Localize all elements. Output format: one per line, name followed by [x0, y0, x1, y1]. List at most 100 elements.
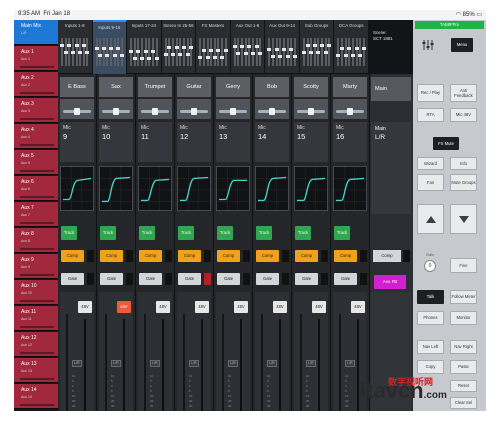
tab-bank-4[interactable]: FX Masters — [196, 20, 231, 74]
tab-bank-2[interactable]: Inputs 17-24 — [127, 20, 162, 74]
sidebar-mix-7[interactable]: Aux 7 Aux 7 — [14, 202, 58, 227]
phones-button[interactable]: Phones — [417, 311, 444, 325]
sidebar-mix-11[interactable]: Aux 11 Aux 11 — [14, 306, 58, 331]
track-button[interactable]: Track — [61, 226, 77, 240]
main-strip-name[interactable]: Main — [371, 77, 411, 101]
pan-knob[interactable] — [191, 108, 197, 115]
gate-button[interactable]: Gate — [217, 273, 240, 285]
fx-mute-button[interactable]: FX Mute — [433, 137, 459, 150]
fader-handle[interactable]: L/R — [72, 360, 82, 367]
channel-source[interactable]: Mic 15 — [294, 122, 328, 162]
tab-bank-7[interactable]: Sub Groups — [300, 20, 335, 74]
gate-button[interactable]: Gate — [256, 273, 279, 285]
pan-control[interactable] — [60, 99, 94, 119]
comp-button[interactable]: Comp — [61, 250, 84, 262]
pan-control[interactable] — [294, 99, 328, 119]
channel-name[interactable]: E Bass — [60, 77, 94, 97]
follow-meter-button[interactable]: Follow Meter — [450, 290, 477, 304]
sidebar-mix-13[interactable]: Aux 13 Aux 13 — [14, 358, 58, 383]
channel-name[interactable]: Sax — [99, 77, 133, 97]
track-button[interactable]: Track — [334, 226, 350, 240]
channel-name[interactable]: Bob — [255, 77, 289, 97]
nav-right-button[interactable]: Nav Right — [450, 340, 477, 354]
phantom-48v-button[interactable]: 48V — [195, 301, 209, 313]
wizard-button[interactable]: Wizard — [417, 157, 444, 170]
eq-graph[interactable] — [333, 166, 367, 211]
nav-down-button[interactable] — [450, 204, 477, 234]
channel-source[interactable]: Mic 12 — [177, 122, 211, 162]
phantom-48v-button[interactable]: 48V — [312, 301, 326, 313]
info-button[interactable]: Info — [450, 157, 477, 170]
eq-graph[interactable] — [216, 166, 250, 211]
phantom-48v-button[interactable]: 48V — [234, 301, 248, 313]
tab-bank-1[interactable]: Inputs 9-16 — [92, 20, 128, 74]
pan-knob[interactable] — [308, 108, 314, 115]
channel-name[interactable]: Trumpet — [138, 77, 172, 97]
nav-left-button[interactable]: Nav Left — [417, 340, 444, 354]
channel-name[interactable]: Guitar — [177, 77, 211, 97]
comp-button[interactable]: Comp — [178, 250, 201, 262]
pan-control[interactable] — [216, 99, 250, 119]
channel-source[interactable]: Mic 11 — [138, 122, 172, 162]
sidebar-mix-9[interactable]: Aux 9 Aux 9 — [14, 254, 58, 279]
pan-control[interactable] — [138, 99, 172, 119]
sidebar-mix-5[interactable]: Aux 5 Aux 5 — [14, 150, 58, 175]
clear-sel-button[interactable]: Clear Sel — [450, 397, 477, 409]
fader-handle[interactable]: L/R — [150, 360, 160, 367]
channel-source[interactable]: Mic 13 — [216, 122, 250, 162]
fader-handle[interactable]: L/R — [306, 360, 316, 367]
track-button[interactable]: Track — [295, 226, 311, 240]
pan-control[interactable] — [333, 99, 367, 119]
sidebar-mix-10[interactable]: Aux 10 Aux 10 — [14, 280, 58, 305]
copy-button[interactable]: Copy — [417, 360, 444, 374]
phantom-48v-button[interactable]: 48V — [78, 301, 92, 313]
track-button[interactable]: Track — [139, 226, 155, 240]
gain-value[interactable]: 0 — [424, 260, 436, 272]
eq-graph[interactable] — [138, 166, 172, 211]
sidebar-mix-14[interactable]: Aux 14 Aux 14 — [14, 384, 58, 409]
comp-button[interactable]: Comp — [217, 250, 240, 262]
pan-knob[interactable] — [74, 108, 80, 115]
mute-groups-button[interactable]: Mute Groups — [450, 174, 477, 191]
nav-up-button[interactable] — [417, 204, 444, 234]
channel-source[interactable]: Mic 10 — [99, 122, 133, 162]
channel-name[interactable]: Gerry — [216, 77, 250, 97]
channel-source[interactable]: Mic 14 — [255, 122, 289, 162]
fine-button[interactable]: Fine — [450, 258, 477, 273]
comp-button[interactable]: Comp — [100, 250, 123, 262]
pan-control[interactable] — [177, 99, 211, 119]
channel-name[interactable]: Marty — [333, 77, 367, 97]
fader-handle[interactable]: L/R — [345, 360, 355, 367]
sidebar-mix-3[interactable]: Aux 3 Aux 3 — [14, 98, 58, 123]
channel-source[interactable]: Mic 16 — [333, 122, 367, 162]
sidebar-mix-0[interactable]: Main Mix L/R — [14, 20, 58, 45]
gate-button[interactable]: Gate — [100, 273, 123, 285]
comp-button[interactable]: Comp — [295, 250, 318, 262]
fader-handle[interactable]: L/R — [267, 360, 277, 367]
settings-icon[interactable] — [417, 34, 439, 56]
channel-source[interactable]: Mic 9 — [60, 122, 94, 162]
monitor-button[interactable]: Monitor — [450, 311, 477, 325]
tab-bank-3[interactable]: Stereo In 25-56 — [162, 20, 197, 74]
phantom-48v-button[interactable]: 48V — [273, 301, 287, 313]
gate-button[interactable]: Gate — [334, 273, 357, 285]
eq-graph[interactable] — [177, 166, 211, 211]
reset-button[interactable]: Reset — [450, 380, 477, 392]
sidebar-mix-2[interactable]: Aux 2 Aux 2 — [14, 72, 58, 97]
pan-knob[interactable] — [269, 108, 275, 115]
tab-bank-5[interactable]: Aux Out 1-8 — [231, 20, 266, 74]
sidebar-mix-8[interactable]: Aux 8 Aux 8 — [14, 228, 58, 253]
paste-button[interactable]: Paste — [450, 360, 477, 374]
fader-handle[interactable]: L/R — [189, 360, 199, 367]
tab-bank-8[interactable]: DCA Groups — [334, 20, 369, 74]
channel-name[interactable]: Scotty — [294, 77, 328, 97]
mic-48v-button[interactable]: Mic 48V — [450, 108, 477, 122]
fader-handle[interactable]: L/R — [111, 360, 121, 367]
gate-button[interactable]: Gate — [178, 273, 201, 285]
comp-button[interactable]: Comp — [334, 250, 357, 262]
main-aux-fb-button[interactable]: Aux FB — [374, 275, 406, 289]
main-comp-button[interactable]: Comp — [373, 250, 401, 262]
eq-graph[interactable] — [60, 166, 94, 211]
rta-button[interactable]: RTA — [417, 108, 444, 122]
eq-graph[interactable] — [294, 166, 328, 211]
